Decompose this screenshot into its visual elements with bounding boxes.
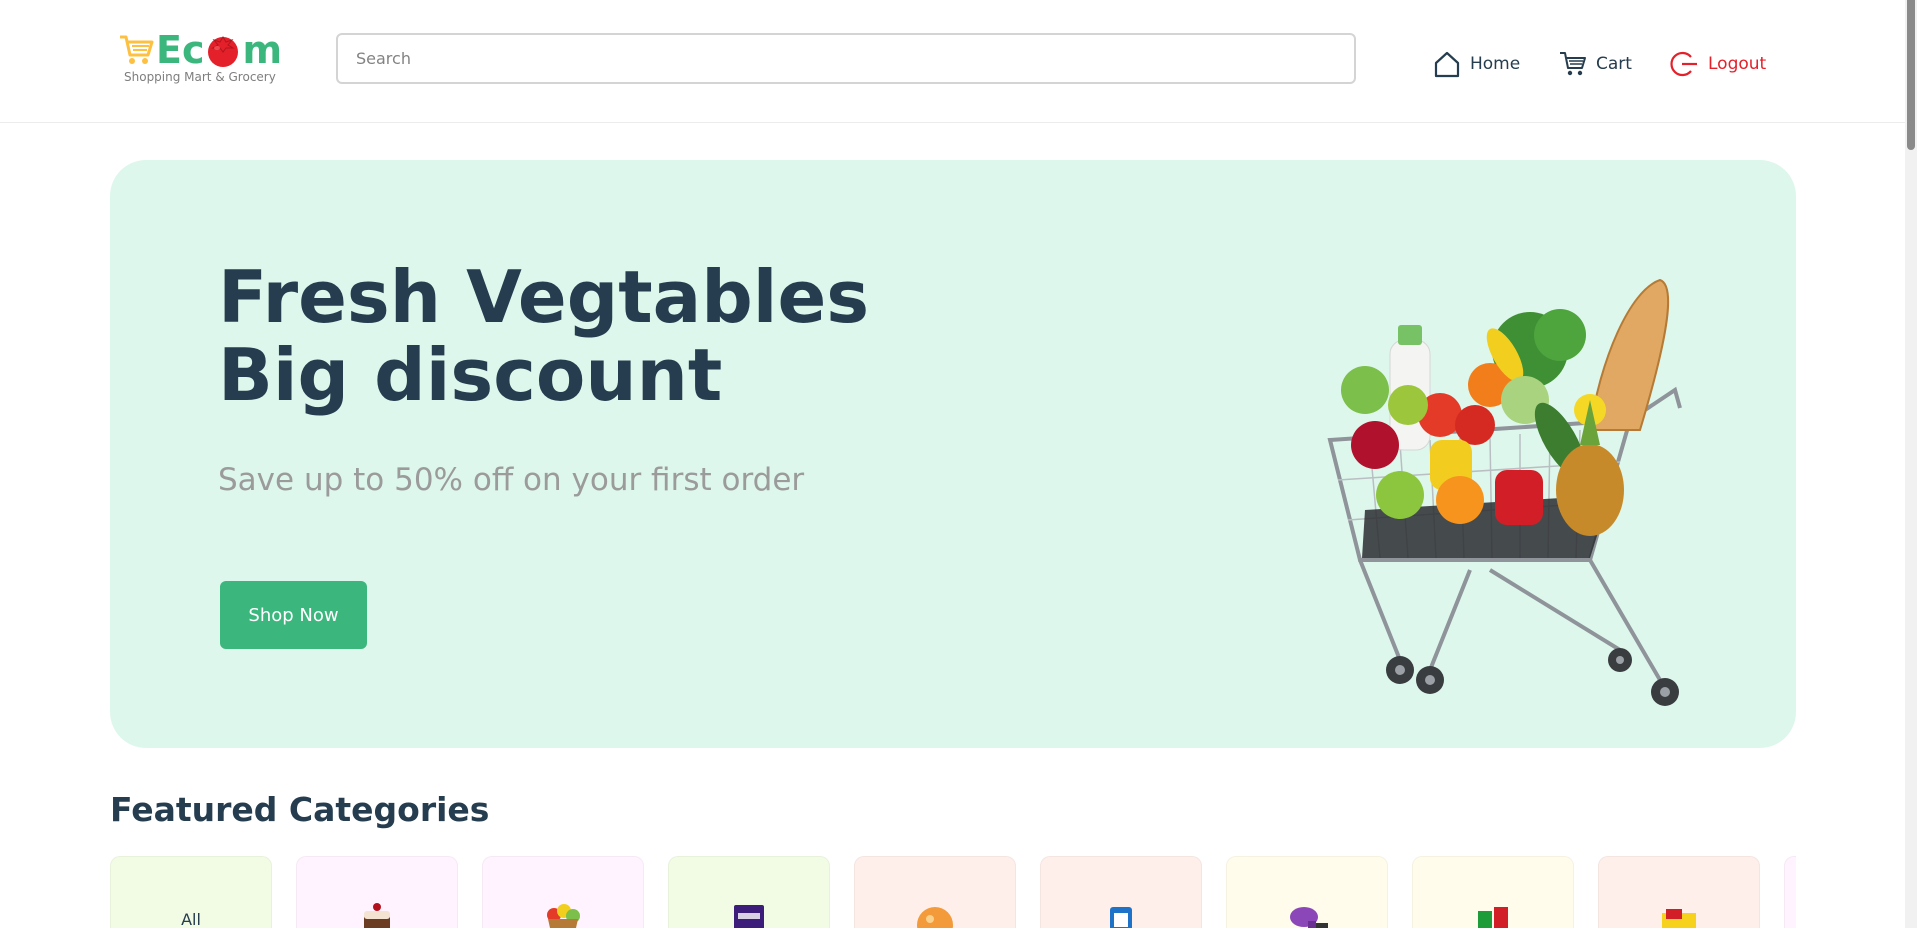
search-box — [336, 33, 1356, 84]
category-label: All — [181, 910, 201, 928]
chocolate-icon — [734, 905, 764, 928]
scrollbar-thumb[interactable] — [1907, 0, 1915, 150]
hero-banner: Fresh Vegtables Big discount Save up to … — [110, 160, 1796, 748]
category-card-dairy[interactable] — [1040, 856, 1202, 928]
logo-tomato-icon — [208, 36, 239, 67]
cart-icon — [1560, 52, 1586, 76]
page-scrollbar[interactable] — [1905, 0, 1917, 928]
hero-title-line2: Big discount — [218, 333, 723, 417]
hero-subtitle: Save up to 50% off on your first order — [218, 462, 805, 498]
logout-icon — [1670, 51, 1697, 77]
category-card-sauces[interactable] — [1412, 856, 1574, 928]
nav-home-label: Home — [1470, 54, 1521, 74]
hair-dryer-icon — [1290, 907, 1328, 928]
nav-logout-label: Logout — [1708, 54, 1767, 74]
search-input[interactable] — [338, 35, 1354, 82]
category-card-snacks[interactable] — [854, 856, 1016, 928]
grocery-cart-image — [1327, 278, 1682, 706]
hero-title-line1: Fresh Vegtables — [218, 255, 870, 339]
featured-categories-heading: Featured Categories — [110, 790, 490, 829]
logo-tagline: Shopping Mart & Grocery — [124, 70, 276, 84]
category-card-all[interactable]: All — [110, 856, 272, 928]
milk-icon — [1110, 907, 1132, 928]
shop-now-button[interactable]: Shop Now — [220, 581, 367, 649]
site-header: Ec m Shopping Mart & Grocery Home — [0, 0, 1905, 123]
nav-home-link[interactable]: Home — [1432, 44, 1520, 84]
nav-cart-link[interactable]: Cart — [1558, 44, 1632, 84]
home-icon — [1434, 51, 1460, 78]
category-card-more[interactable] — [1784, 856, 1796, 928]
category-card-fruits[interactable] — [482, 856, 644, 928]
category-card-noodles[interactable] — [1598, 856, 1760, 928]
hero-title: Fresh Vegtables Big discount — [218, 258, 978, 414]
category-card-cakes[interactable] — [296, 856, 458, 928]
fruit-basket-icon — [547, 904, 580, 928]
category-card-chocolate[interactable] — [668, 856, 830, 928]
snack-icon — [917, 907, 953, 928]
category-card-appliances[interactable] — [1226, 856, 1388, 928]
category-carousel: All — [110, 856, 1796, 928]
cake-icon — [364, 903, 390, 928]
nav-cart-label: Cart — [1596, 54, 1632, 74]
sauce-icon — [1478, 907, 1508, 928]
site-logo[interactable]: Ec m Shopping Mart & Grocery — [118, 28, 288, 90]
nav-logout-link[interactable]: Logout — [1670, 44, 1766, 84]
noodles-icon — [1662, 909, 1696, 928]
logo-cart-icon — [120, 35, 154, 64]
